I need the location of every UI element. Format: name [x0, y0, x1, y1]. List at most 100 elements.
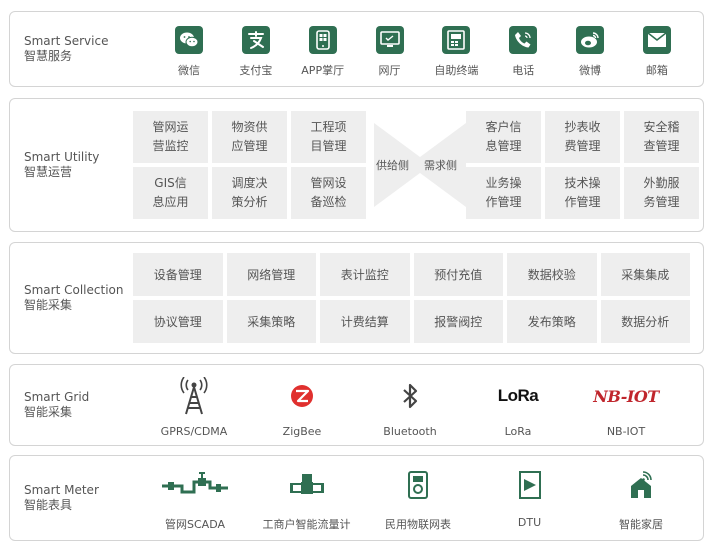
meter-label: 管网SCADA: [165, 518, 225, 531]
collection-cell: 报警阀控: [413, 300, 503, 343]
utility-cell-label: 管网设备巡检: [310, 176, 347, 209]
collection-cell: 表计监控: [320, 253, 410, 296]
layer-title: Smart Collection 智能采集: [24, 283, 123, 313]
supply-side-grid: 管网运营监控 物资供应管理 工程项目管理 GIS信息应用 调度决策分析 管网设备…: [133, 111, 366, 219]
collection-cell: 发布策略: [507, 300, 597, 343]
service-channel-list: 微信 支付宝 APP掌厅 网厅 自助终端 电话 微博 邮箱: [158, 26, 688, 78]
meter-item-scada: 管网SCADA: [140, 468, 250, 532]
collection-cell: 采集策略: [226, 300, 316, 343]
meter-label: 民用物联网表: [385, 518, 451, 531]
bluetooth-icon: [401, 377, 419, 415]
utility-cell: 技术操作管理: [545, 167, 620, 219]
layer-title: Smart Meter 智能表具: [24, 483, 99, 513]
smart-utility-layer: Smart Utility 智慧运营 管网运营监控 物资供应管理 工程项目管理 …: [9, 98, 704, 232]
layer-title-cn: 智慧运营: [24, 165, 73, 179]
utility-cell: 管网设备巡检: [291, 167, 366, 219]
protocol-label: GPRS/CDMA: [160, 425, 228, 438]
collection-cell: 设备管理: [133, 253, 223, 296]
utility-cell-label: GIS信息应用: [152, 176, 189, 209]
collection-cell: 计费结算: [320, 300, 410, 343]
meter-label: 工商户智能流量计: [262, 518, 351, 531]
demand-side-grid: 客户信息管理 抄表收费管理 安全稽查管理 业务操作管理 技术操作管理 外勤服务管…: [466, 111, 699, 219]
weibo-icon: [576, 26, 605, 54]
service-item-alipay: 支付宝: [225, 26, 287, 78]
dtu-icon: [518, 468, 541, 502]
service-item-web: 网厅: [359, 26, 421, 78]
layer-title-en: Smart Grid: [24, 390, 90, 404]
collection-grid: 设备管理 网络管理 表计监控 预付充值 数据校验 采集集成 协议管理 采集策略 …: [133, 253, 690, 343]
app-phone-icon: [308, 26, 337, 54]
protocol-item-nbiot: NB-IOT NB-IOT: [572, 377, 680, 439]
meter-label: 智能家居: [619, 518, 663, 531]
layer-title: Smart Grid 智能采集: [24, 390, 89, 420]
layer-title-cn: 智能采集: [24, 298, 73, 312]
protocol-label: LoRa: [504, 425, 532, 438]
utility-cell-label: 抄表收费管理: [564, 120, 601, 153]
service-label: 邮箱: [645, 64, 668, 77]
layer-title-en: Smart Meter: [24, 483, 99, 497]
flowmeter-icon: [289, 468, 324, 502]
meter-item-smart-home: 智能家居: [586, 468, 696, 532]
utility-cell-label: 管网运营监控: [152, 120, 189, 153]
utility-cell-label: 工程项目管理: [310, 120, 347, 153]
layer-title-cn: 智能采集: [24, 405, 73, 419]
utility-cell-label: 调度决策分析: [231, 176, 268, 209]
service-item-kiosk: 自助终端: [425, 26, 487, 78]
collection-cell: 协议管理: [133, 300, 223, 343]
nbiot-logo: NB-IOT: [593, 377, 659, 415]
service-label: 网厅: [378, 64, 401, 77]
antenna-icon: [179, 377, 209, 415]
meter-item-gas-meter: 民用物联网表: [363, 468, 473, 532]
utility-cell: GIS信息应用: [133, 167, 208, 219]
smart-collection-layer: Smart Collection 智能采集 设备管理 网络管理 表计监控 预付充…: [9, 242, 704, 354]
utility-cell-label: 技术操作管理: [564, 176, 601, 209]
utility-cell-label: 外勤服务管理: [643, 176, 680, 209]
utility-cell-label: 客户信息管理: [485, 120, 522, 153]
nbiot-logo-text: NB-IOT: [593, 386, 659, 406]
supply-side-label: 供给侧: [376, 159, 409, 172]
smart-meter-layer: Smart Meter 智能表具 管网SCADA 工商户智能流量计 民用物联网表: [9, 455, 704, 541]
mail-icon: [642, 26, 671, 54]
layer-title-en: Smart Service: [24, 34, 109, 48]
collection-cell: 网络管理: [226, 253, 316, 296]
layer-title-cn: 智能表具: [24, 498, 73, 512]
demand-side-label: 需求侧: [424, 159, 457, 172]
service-item-phone: 电话: [492, 26, 554, 78]
utility-cell: 抄表收费管理: [545, 111, 620, 163]
pipeline-icon: [160, 468, 230, 502]
smart-home-icon: [629, 468, 653, 502]
kiosk-icon: [442, 26, 471, 54]
utility-cell-label: 物资供应管理: [231, 120, 268, 153]
service-item-wechat: 微信: [158, 26, 220, 78]
protocol-item-bluetooth: Bluetooth: [356, 377, 464, 438]
service-item-app: APP掌厅: [292, 26, 354, 78]
meter-item-dtu: DTU: [475, 468, 585, 532]
utility-cell: 物资供应管理: [212, 111, 287, 163]
meter-label: DTU: [517, 516, 542, 529]
service-item-mail: 邮箱: [626, 26, 688, 78]
protocol-label: ZigBee: [282, 425, 322, 438]
layer-title-en: Smart Utility: [24, 150, 100, 164]
utility-cell: 安全稽查管理: [624, 111, 699, 163]
utility-cell: 调度决策分析: [212, 167, 287, 219]
meter-item-flowmeter: 工商户智能流量计: [252, 468, 362, 532]
layer-title: Smart Utility 智慧运营: [24, 150, 99, 180]
protocol-label: NB-IOT: [606, 425, 646, 438]
collection-cell: 采集集成: [600, 253, 690, 296]
smart-grid-layer: Smart Grid 智能采集 GPRS/CDMA ZigBee Bluetoo…: [9, 364, 704, 446]
service-label: 自助终端: [434, 64, 479, 77]
layer-title-en: Smart Collection: [24, 283, 124, 297]
gas-meter-icon: [407, 468, 429, 502]
protocol-item-zigbee: ZigBee: [248, 377, 356, 438]
collection-cell: 数据分析: [600, 300, 690, 343]
utility-cell: 业务操作管理: [466, 167, 541, 219]
utility-cell-label: 业务操作管理: [485, 176, 522, 209]
layer-title: Smart Service 智慧服务: [24, 34, 108, 64]
network-protocol-list: GPRS/CDMA ZigBee Bluetooth LoRa LoRa NB-…: [140, 377, 680, 438]
protocol-item-lora: LoRa LoRa: [464, 377, 572, 438]
protocol-label: Bluetooth: [383, 425, 437, 438]
service-label: 微信: [178, 64, 200, 77]
zigbee-icon: [290, 377, 314, 415]
alipay-icon: [241, 26, 270, 54]
phone-icon: [509, 26, 538, 54]
